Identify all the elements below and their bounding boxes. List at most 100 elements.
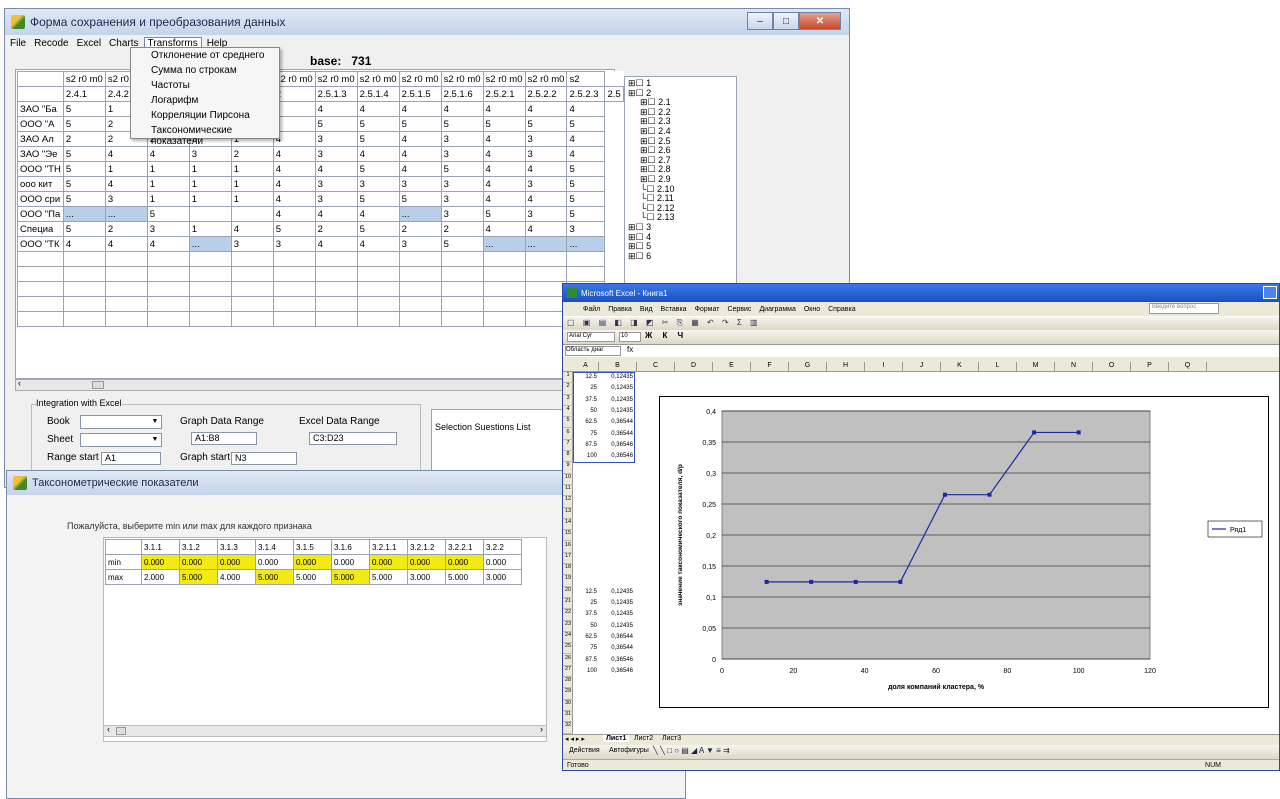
grid-cell[interactable]: [440, 311, 484, 327]
row-header[interactable]: 9: [563, 462, 573, 474]
grid-cell[interactable]: [146, 266, 190, 282]
grid-cell[interactable]: 1: [230, 161, 274, 177]
cell-value[interactable]: 50: [573, 623, 597, 629]
grid-cell[interactable]: 2: [398, 221, 442, 237]
row-header[interactable]: 25: [563, 643, 573, 655]
grid-cell[interactable]: [17, 281, 64, 297]
tax-cell-min[interactable]: 0.000: [141, 554, 180, 570]
grid-cell[interactable]: [356, 311, 400, 327]
grid-cell[interactable]: [440, 251, 484, 267]
cell-value[interactable]: 62.5: [573, 634, 597, 640]
grid-cell[interactable]: 1: [188, 191, 232, 207]
column-id[interactable]: 2.5.2.1: [482, 86, 526, 102]
excel-minimize-button[interactable]: [1263, 286, 1277, 299]
cell-value[interactable]: 100: [573, 668, 597, 674]
column-header[interactable]: N: [1055, 362, 1093, 372]
grid-cell[interactable]: [104, 251, 148, 267]
tax-column-header[interactable]: 3.2.1.2: [407, 539, 446, 555]
tax-h-scrollbar[interactable]: ‹ ›: [103, 724, 547, 737]
grid-cell[interactable]: [17, 296, 64, 312]
menu-item-taxonomic[interactable]: Таксономические показатели: [131, 123, 279, 147]
row-header[interactable]: 18: [563, 564, 573, 576]
row-header[interactable]: 13: [563, 508, 573, 519]
scroll-left-icon[interactable]: ‹: [107, 724, 110, 734]
grid-cell[interactable]: 3: [440, 176, 484, 192]
grid-cell[interactable]: 4: [566, 131, 606, 147]
column-code[interactable]: s2 r0 m0: [482, 71, 526, 87]
name-box[interactable]: Область диаг: [565, 346, 621, 356]
grid-cell[interactable]: 4: [104, 236, 148, 252]
tax-cell-max[interactable]: 2.000: [141, 569, 180, 585]
graph-start-input[interactable]: N3: [231, 452, 297, 465]
grid-cell[interactable]: 4: [272, 176, 316, 192]
grid-cell[interactable]: 5: [62, 146, 106, 162]
row-name[interactable]: ООО "Па: [17, 206, 64, 222]
grid-cell[interactable]: 4: [272, 206, 316, 222]
grid-cell[interactable]: [482, 251, 526, 267]
grid-cell[interactable]: 4: [356, 101, 400, 117]
grid-cell[interactable]: [356, 281, 400, 297]
column-code[interactable]: s2: [566, 71, 606, 87]
column-header[interactable]: J: [903, 362, 941, 372]
tax-cell-max[interactable]: 3.000: [483, 569, 522, 585]
grid-cell[interactable]: [230, 296, 274, 312]
tax-cell-max[interactable]: 4.000: [217, 569, 256, 585]
expand-checkbox-icon[interactable]: ⊞☐: [640, 107, 658, 117]
grid-cell[interactable]: [146, 251, 190, 267]
grid-cell[interactable]: 3: [272, 236, 316, 252]
grid-cell[interactable]: ...: [566, 236, 606, 252]
table-row[interactable]: ООО "Па...... 5 4 4 4... 3 5 3 5: [17, 206, 624, 222]
toolbar-icons[interactable]: ▢ ▣ ▤ ◧ ◨ ◩ ✂ ⎘ ▦ ↶ ↷ Σ ▥: [567, 318, 761, 328]
drawing-tools-icons[interactable]: ╲ ╲ □ ○ ▤ ◢ A ▼ ≡ ⇉: [653, 746, 730, 755]
grid-cell[interactable]: 4: [482, 131, 526, 147]
expand-checkbox-icon[interactable]: ⊞☐: [628, 88, 646, 98]
cell-value[interactable]: 37.5: [573, 611, 597, 617]
column-id[interactable]: 2.5.1.4: [356, 86, 400, 102]
grid-cell[interactable]: [398, 296, 442, 312]
grid-cell[interactable]: [314, 266, 358, 282]
cell-value[interactable]: 0,36546: [599, 668, 633, 674]
grid-cell[interactable]: 5: [566, 191, 606, 207]
column-header[interactable]: O: [1093, 362, 1131, 372]
grid-cell[interactable]: [398, 251, 442, 267]
grid-cell[interactable]: 4: [398, 161, 442, 177]
grid-cell[interactable]: 4: [272, 191, 316, 207]
grid-cell[interactable]: 3: [314, 131, 358, 147]
grid-cell[interactable]: 5: [482, 206, 526, 222]
column-code[interactable]: s2 r0 m0: [524, 71, 568, 87]
grid-cell[interactable]: 5: [272, 221, 316, 237]
tax-cell-max[interactable]: 5.000: [293, 569, 332, 585]
row-header[interactable]: 21: [563, 598, 573, 610]
row-header[interactable]: 2: [563, 383, 573, 395]
column-header[interactable]: K: [941, 362, 979, 372]
row-name[interactable]: ЗАО "Эе: [17, 146, 64, 162]
menu-excel[interactable]: Excel: [74, 38, 104, 49]
grid-cell[interactable]: [482, 296, 526, 312]
grid-cell[interactable]: 4: [566, 101, 606, 117]
grid-cell[interactable]: 5: [356, 116, 400, 132]
tax-cell-min[interactable]: 0.000: [179, 554, 218, 570]
row-header[interactable]: 7: [563, 440, 573, 452]
grid-cell[interactable]: [17, 251, 64, 267]
row-header[interactable]: 23: [563, 621, 573, 632]
grid-cell[interactable]: 4: [314, 206, 358, 222]
table-row[interactable]: ООО "А 5 2 5 5 5 5 5 5 5: [17, 116, 624, 132]
column-id[interactable]: 2.5.2.3: [566, 86, 606, 102]
scroll-left-icon[interactable]: ‹: [18, 378, 21, 388]
grid-cell[interactable]: [398, 266, 442, 282]
graph-range-input[interactable]: A1:B8: [191, 432, 257, 445]
grid-cell[interactable]: 5: [62, 221, 106, 237]
sheet-select[interactable]: ▼: [80, 433, 162, 447]
grid-cell[interactable]: 5: [566, 116, 606, 132]
column-header[interactable]: G: [789, 362, 827, 372]
selection-list[interactable]: Selection Suestions List: [431, 409, 581, 471]
grid-cell[interactable]: [524, 251, 568, 267]
menu-recode[interactable]: Recode: [31, 38, 71, 49]
grid-cell[interactable]: ...: [62, 206, 106, 222]
grid-cell[interactable]: [188, 311, 232, 327]
tax-column-header[interactable]: 3.1.4: [255, 539, 294, 555]
tax-column-header[interactable]: 3.1.2: [179, 539, 218, 555]
excel-menu-item[interactable]: Вид: [640, 306, 653, 313]
grid-cell[interactable]: 2: [104, 221, 148, 237]
tax-cell-max[interactable]: 5.000: [179, 569, 218, 585]
